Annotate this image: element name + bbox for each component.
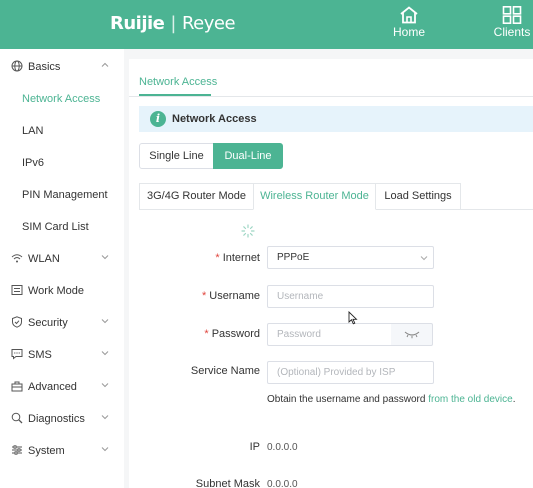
sidebar-item-label: Security (28, 317, 68, 329)
sidebar-item-label: WLAN (28, 253, 60, 265)
password-label-text: Password (211, 328, 260, 340)
chevron-down-icon (101, 319, 109, 324)
password-input[interactable]: Password (267, 323, 392, 346)
tab-wireless-router-mode[interactable]: Wireless Router Mode (253, 183, 376, 210)
sidebar-subitem-sim-card-list[interactable]: SIM Card List (22, 221, 89, 233)
single-line-button[interactable]: Single Line (139, 143, 214, 169)
sidebar: Basics Network Access LAN IPv6 PIN Manag… (0, 49, 124, 488)
content-panel: Network Access i Network Access Single L… (129, 59, 533, 488)
sidebar-item-label: Basics (28, 61, 61, 73)
info-banner-title: Network Access (172, 113, 257, 125)
username-input[interactable]: Username (267, 285, 434, 308)
from-old-device-link[interactable]: from the old device (428, 394, 513, 405)
globe-icon (11, 60, 23, 72)
subnet-mask-value: 0.0.0.0 (267, 479, 298, 488)
sidebar-item-sms[interactable]: SMS (0, 342, 124, 368)
username-label: * Username (129, 290, 260, 302)
chevron-down-icon (101, 255, 109, 260)
ip-label: IP (249, 441, 260, 453)
hint-end: . (512, 394, 516, 405)
diagnostics-icon (11, 412, 23, 424)
nav-home-label: Home (392, 25, 425, 39)
ip-value: 0.0.0.0 (267, 442, 298, 453)
advanced-icon (11, 381, 23, 392)
chevron-down-icon (101, 351, 109, 356)
username-placeholder: Username (277, 291, 324, 302)
sidebar-subitem-ipv6[interactable]: IPv6 (22, 157, 44, 169)
username-label-text: Username (209, 290, 260, 302)
tab-network-access[interactable]: Network Access (139, 76, 217, 88)
nav-home[interactable]: Home (384, 6, 434, 39)
chevron-down-icon (101, 447, 109, 452)
sidebar-item-advanced[interactable]: Advanced (0, 374, 124, 400)
internet-label: * Internet (129, 252, 260, 264)
chevron-up-icon (101, 62, 109, 67)
sidebar-item-label: System (28, 445, 65, 457)
required-asterisk: * (215, 252, 220, 264)
sidebar-item-security[interactable]: Security (0, 310, 124, 336)
sidebar-subitem-pin-management[interactable]: PIN Management (22, 189, 108, 201)
sidebar-item-label: Advanced (28, 381, 77, 393)
required-asterisk: * (204, 328, 209, 340)
sidebar-subitem-network-access[interactable]: Network Access (22, 93, 100, 105)
sidebar-item-label: Work Mode (28, 285, 85, 297)
sidebar-subitem-lan[interactable]: LAN (22, 125, 43, 137)
top-header: Ruijie | Reyee Home Clients (0, 0, 533, 49)
chevron-down-icon (101, 415, 109, 420)
service-name-placeholder: (Optional) Provided by ISP (277, 367, 396, 378)
sidebar-item-label: Diagnostics (28, 413, 85, 425)
internet-select-value: PPPoE (277, 252, 310, 263)
tab-divider (129, 96, 533, 97)
sidebar-item-work-mode[interactable]: Work Mode (0, 278, 124, 304)
work-mode-icon (11, 285, 23, 295)
sidebar-item-label: SMS (28, 349, 52, 361)
system-icon (12, 445, 22, 455)
loading-spinner-icon (241, 224, 255, 238)
ruijie-reyee-logo: Ruijie | Reyee (110, 13, 236, 34)
toggle-password-visibility-button[interactable] (391, 323, 433, 346)
hint-text: Obtain the username and password (267, 394, 429, 405)
clients-grid-icon (502, 6, 522, 24)
sms-icon (11, 349, 23, 360)
wifi-icon (11, 254, 23, 263)
home-icon (400, 6, 418, 24)
nav-clients-label: Clients (493, 25, 531, 39)
logo-product: Reyee (181, 13, 236, 34)
dual-line-button[interactable]: Dual-Line (213, 143, 283, 169)
sidebar-item-wlan[interactable]: WLAN (0, 246, 124, 272)
tab-3g4g-router-mode[interactable]: 3G/4G Router Mode (139, 183, 254, 210)
mouse-pointer-icon (348, 311, 358, 325)
sidebar-item-system[interactable]: System (0, 438, 124, 464)
credentials-hint: Obtain the username and password from th… (267, 394, 516, 405)
service-name-input[interactable]: (Optional) Provided by ISP (267, 361, 434, 384)
tab-load-settings[interactable]: Load Settings (375, 183, 461, 210)
chevron-down-icon (420, 256, 428, 261)
service-name-label-text: Service Name (190, 365, 260, 377)
sidebar-item-diagnostics[interactable]: Diagnostics (0, 406, 124, 432)
info-icon: i (150, 111, 166, 127)
info-banner: i Network Access (139, 106, 533, 132)
eye-closed-icon (404, 331, 420, 339)
main-content: Network Access i Network Access Single L… (124, 49, 533, 488)
internet-select[interactable]: PPPoE (267, 246, 434, 269)
service-name-label: Service Name (129, 365, 260, 377)
password-label: * Password (129, 328, 260, 340)
nav-clients[interactable]: Clients (487, 6, 533, 39)
chevron-down-icon (101, 383, 109, 388)
required-asterisk: * (201, 290, 207, 302)
shield-icon (12, 316, 22, 328)
password-placeholder: Password (277, 329, 321, 340)
subnet-mask-label: Subnet Mask (195, 478, 260, 488)
logo-separator: | (170, 13, 176, 34)
internet-label-text: Internet (222, 252, 260, 264)
sidebar-item-basics[interactable]: Basics (0, 54, 124, 80)
logo-brand: Ruijie (110, 13, 165, 34)
